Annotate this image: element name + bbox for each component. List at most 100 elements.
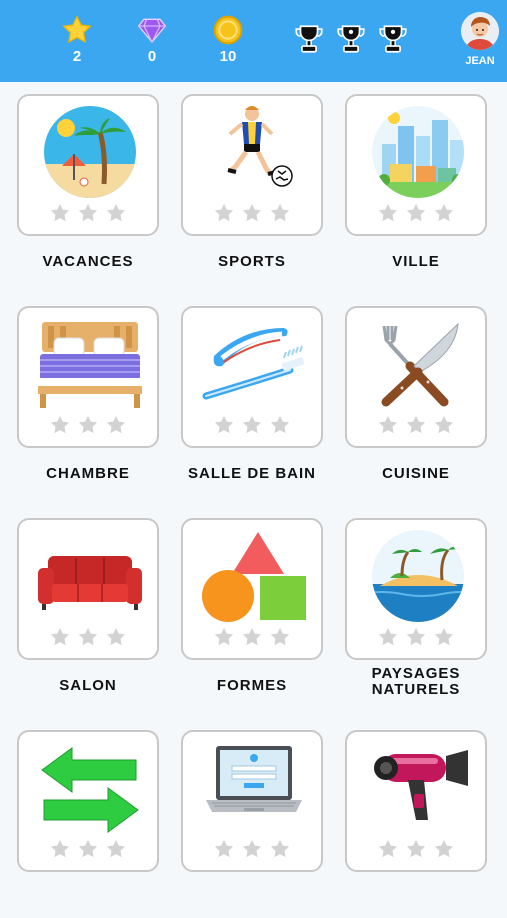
coins-count: 10 [219,48,237,65]
category-label: CUISINE [382,465,450,482]
category-card[interactable] [181,730,323,872]
star-icon [270,627,290,646]
star-icon [378,839,398,858]
gem-icon [137,18,167,44]
category-tile-directions[interactable] [17,718,181,918]
category-card[interactable] [17,306,159,448]
trophies-row[interactable] [292,22,410,56]
hair-dryer-icon [374,750,468,820]
star-icon [270,415,290,434]
star-rating [347,414,485,436]
star-rating [19,202,157,224]
star-rating [183,202,321,224]
city-icon [372,106,464,198]
star-icon [78,839,98,858]
laptop-icon [206,746,302,812]
category-label-line2: NATURELS [371,681,461,698]
star-icon [434,203,454,222]
category-card[interactable] [181,306,323,448]
category-tile-paysages-naturels[interactable]: PAYSAGES NATURELS [345,506,507,706]
fork-knife-icon [381,322,459,407]
star-icon [78,203,98,222]
category-tile-sports[interactable]: SPORTS [181,82,345,282]
bed-icon [38,322,142,408]
star-icon [434,627,454,646]
stars-count: 2 [72,48,82,65]
coins-stat[interactable]: 10 [198,14,258,65]
category-tile-salle-de-bain[interactable]: SALLE DE BAIN [181,294,345,494]
beach-icon [44,106,136,198]
category-label: CHAMBRE [46,465,130,482]
star-icon [106,627,126,646]
star-icon [434,415,454,434]
gems-count: 0 [147,48,157,65]
category-label: VILLE [392,253,440,270]
category-tile-cuisine[interactable]: CUISINE [345,294,507,494]
star-icon [406,839,426,858]
star-rating [19,838,157,860]
avatar [461,12,499,50]
category-card[interactable] [181,94,323,236]
island-icon [372,530,464,622]
star-icon [406,627,426,646]
star-rating [183,626,321,648]
star-icon [106,839,126,858]
category-tile-salon[interactable]: SALON [17,506,181,706]
soccer-player-icon [227,106,293,187]
star-rating [19,626,157,648]
user-profile[interactable]: JEAN [458,12,502,67]
category-card[interactable] [17,518,159,660]
coin-icon [213,15,243,45]
stars-stat[interactable]: 2 [47,14,107,65]
category-card[interactable] [345,730,487,872]
star-icon [406,415,426,434]
category-label: SALON [59,677,117,694]
star-icon [78,415,98,434]
star-rating [19,414,157,436]
category-tile-vacances[interactable]: VACANCES [17,82,181,282]
gems-stat[interactable]: 0 [122,14,182,65]
category-label: PAYSAGES NATURELS [345,666,487,698]
star-icon [406,203,426,222]
star-icon [78,627,98,646]
star-icon [214,415,234,434]
category-tile-chambre[interactable]: CHAMBRE [17,294,181,494]
star-icon [378,203,398,222]
star-icon [50,415,70,434]
shapes-icon [202,532,306,622]
star-icon [242,415,262,434]
star-icon [378,627,398,646]
sofa-icon [38,556,142,610]
category-label: VACANCES [42,253,134,270]
category-tile-ville[interactable]: VILLE [345,82,507,282]
star-icon [214,839,234,858]
star-rating [183,838,321,860]
category-card[interactable] [345,518,487,660]
category-tile-formes[interactable]: FORMES [181,506,345,706]
category-tile-beauty[interactable] [345,718,507,918]
top-bar: 2 0 10 JEAN [0,0,507,82]
star-rating [347,838,485,860]
star-icon [242,627,262,646]
category-card[interactable] [17,94,159,236]
category-card[interactable] [181,518,323,660]
category-tile-computer[interactable] [181,718,345,918]
arrows-icon [41,747,139,833]
star-rating [347,626,485,648]
category-label: SPORTS [218,253,286,270]
star-icon [106,203,126,222]
star-icon [242,203,262,222]
star-icon [214,627,234,646]
star-icon [270,839,290,858]
star-icon [378,415,398,434]
star-icon [214,203,234,222]
trophy-icon [376,22,410,56]
category-card[interactable] [345,94,487,236]
star-icon [270,203,290,222]
toothbrush-icon [202,328,305,400]
star-icon [50,203,70,222]
trophy-icon [334,22,368,56]
star-rating [347,202,485,224]
category-card[interactable] [17,730,159,872]
category-card[interactable] [345,306,487,448]
